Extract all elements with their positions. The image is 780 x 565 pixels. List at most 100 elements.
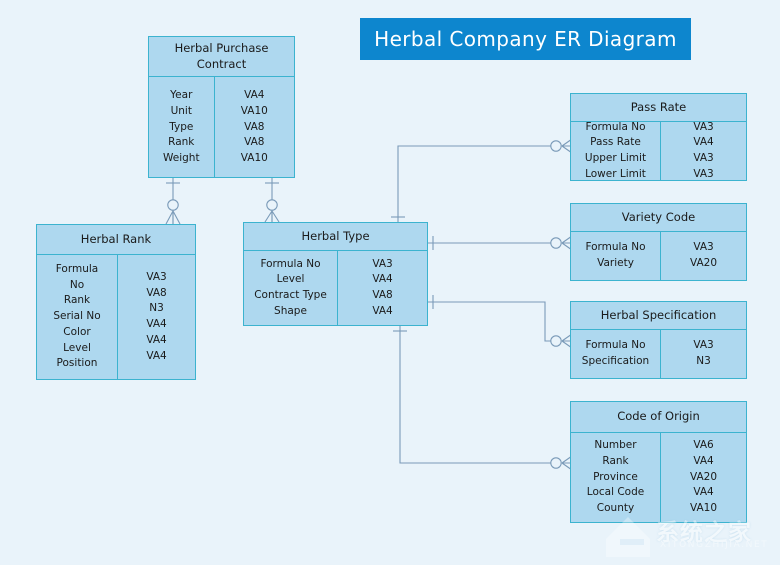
attribute-name: Variety: [597, 257, 634, 269]
attribute-names-herbal-type: Formula No Level Contract Type Shape: [244, 251, 338, 325]
attribute-name: Pass Rate: [590, 136, 641, 149]
attribute-type: N3: [696, 355, 711, 367]
entity-herbal-specification[interactable]: Herbal Specification Formula No Specific…: [570, 301, 747, 379]
attribute-name: Shape: [274, 304, 307, 317]
attribute-type: VA6: [693, 439, 714, 452]
attribute-type: VA3: [693, 339, 714, 352]
attribute-type: VA4: [372, 273, 393, 286]
attribute-name: Rank: [168, 136, 195, 149]
attribute-type: VA3: [693, 241, 714, 254]
attribute-name: Formula No: [55, 262, 99, 291]
attribute-type: VA3: [693, 120, 714, 133]
entity-body-variety-code: Formula No Variety VA3 VA20: [571, 232, 746, 280]
entity-herbal-type[interactable]: Herbal Type Formula No Level Contract Ty…: [243, 222, 428, 326]
attribute-type: VA3: [372, 257, 393, 270]
diagram-title-banner: Herbal Company ER Diagram: [360, 18, 691, 60]
entity-title-code-of-origin: Code of Origin: [571, 402, 746, 433]
attribute-name: Level: [63, 341, 91, 354]
entity-body-herbal-rank: Formula No Rank Serial No Color Level Po…: [37, 255, 195, 379]
attribute-name: Upper Limit: [584, 152, 647, 164]
attribute-type: VA10: [240, 152, 268, 165]
attribute-name: Rank: [63, 294, 91, 307]
attribute-name: Lower Limit: [585, 167, 646, 180]
wire-type-to-spec: [428, 301, 551, 342]
attribute-types-herbal-specification: VA3 N3: [661, 330, 746, 378]
entity-title-pass-rate: Pass Rate: [571, 94, 746, 122]
attribute-name: Specification: [581, 355, 650, 367]
entity-title-herbal-purchase-contract: Herbal Purchase Contract: [149, 37, 294, 77]
attribute-name: Rank: [602, 454, 629, 467]
page-title: Herbal Company ER Diagram: [374, 27, 677, 51]
attribute-name: Year: [170, 89, 193, 102]
crowfoot-zero-variety: [550, 237, 562, 249]
attribute-name: Formula No: [585, 120, 646, 133]
attribute-names-variety-code: Formula No Variety: [571, 232, 661, 280]
attribute-names-herbal-purchase-contract: Year Unit Type Rank Weight: [149, 77, 215, 178]
attribute-type: VA3: [693, 152, 714, 164]
attribute-type: VA4: [146, 349, 167, 362]
attribute-type: VA8: [372, 289, 393, 301]
entity-body-herbal-type: Formula No Level Contract Type Shape VA3…: [244, 251, 427, 325]
attribute-type: VA4: [146, 318, 167, 330]
attribute-type: VA4: [693, 454, 714, 467]
crowfoot-zero-spec: [550, 335, 562, 347]
entity-body-code-of-origin: Number Rank Province Local Code County V…: [571, 433, 746, 522]
entity-herbal-rank[interactable]: Herbal Rank Formula No Rank Serial No Co…: [36, 224, 196, 380]
attribute-type: VA20: [689, 470, 718, 483]
wire-type-to-origin: [399, 326, 551, 464]
attribute-types-variety-code: VA3 VA20: [661, 232, 746, 280]
attribute-name: Weight: [162, 152, 200, 165]
attribute-name: County: [596, 502, 635, 515]
entity-code-of-origin[interactable]: Code of Origin Number Rank Province Loca…: [570, 401, 747, 523]
attribute-type: VA8: [244, 136, 265, 149]
attribute-name: Number: [594, 439, 637, 452]
attribute-types-herbal-type: VA3 VA4 VA8 VA4: [338, 251, 427, 325]
attribute-name: Formula No: [260, 257, 321, 270]
entity-title-herbal-type: Herbal Type: [244, 223, 427, 251]
attribute-name: Formula No: [585, 241, 646, 254]
entity-pass-rate[interactable]: Pass Rate Formula No Pass Rate Upper Lim…: [570, 93, 747, 181]
attribute-type: VA8: [244, 120, 265, 133]
attribute-types-herbal-purchase-contract: VA4 VA10 VA8 VA8 VA10: [215, 77, 294, 178]
attribute-type: VA4: [244, 89, 265, 102]
crowfoot-many-type: [264, 210, 280, 223]
attribute-name: Color: [63, 325, 91, 338]
crowfoot-zero-origin: [550, 457, 562, 469]
attribute-type: VA4: [372, 304, 393, 317]
crowfoot-zero-rank: [167, 199, 179, 211]
attribute-types-herbal-rank: VA3 VA8 N3 VA4 VA4 VA4: [118, 255, 195, 379]
attribute-name: Formula No: [585, 339, 646, 352]
attribute-type: VA10: [689, 502, 718, 515]
attribute-name: Position: [56, 357, 98, 370]
entity-title-herbal-rank: Herbal Rank: [37, 225, 195, 255]
entity-herbal-purchase-contract[interactable]: Herbal Purchase Contract Year Unit Type …: [148, 36, 295, 178]
er-diagram-canvas: Herbal Company ER Diagram Herbal Purchas…: [0, 0, 780, 563]
attribute-names-herbal-specification: Formula No Specification: [571, 330, 661, 378]
attribute-names-pass-rate: Formula No Pass Rate Upper Limit Lower L…: [571, 120, 661, 180]
entity-body-pass-rate: Formula No Pass Rate Upper Limit Lower L…: [571, 120, 746, 180]
attribute-name: Contract Type: [254, 289, 327, 301]
attribute-type: VA8: [146, 286, 167, 299]
entity-title-herbal-specification: Herbal Specification: [571, 302, 746, 330]
attribute-name: Province: [593, 470, 638, 483]
attribute-name: Local Code: [586, 486, 645, 499]
crowfoot-many-rank: [165, 210, 181, 225]
attribute-names-code-of-origin: Number Rank Province Local Code County: [571, 433, 661, 522]
attribute-type: VA3: [146, 270, 167, 283]
attribute-names-herbal-rank: Formula No Rank Serial No Color Level Po…: [37, 255, 118, 379]
attribute-type: VA3: [693, 167, 714, 180]
attribute-name: Type: [169, 120, 194, 133]
entity-body-herbal-purchase-contract: Year Unit Type Rank Weight VA4 VA10 VA8 …: [149, 77, 294, 178]
attribute-type: VA4: [693, 486, 714, 499]
entity-body-herbal-specification: Formula No Specification VA3 N3: [571, 330, 746, 378]
watermark-text-latin: XITONGZHIJIA.NET: [660, 540, 769, 550]
attribute-type: VA10: [240, 104, 268, 117]
entity-variety-code[interactable]: Variety Code Formula No Variety VA3 VA20: [570, 203, 747, 281]
attribute-type: VA4: [693, 136, 714, 149]
attribute-types-pass-rate: VA3 VA4 VA3 VA3: [661, 120, 746, 180]
attribute-types-code-of-origin: VA6 VA4 VA20 VA4 VA10: [661, 433, 746, 522]
wire-type-to-passrate: [397, 145, 551, 222]
crowfoot-zero-type: [266, 199, 278, 211]
attribute-name: Unit: [170, 104, 192, 117]
attribute-type: VA20: [689, 257, 718, 269]
